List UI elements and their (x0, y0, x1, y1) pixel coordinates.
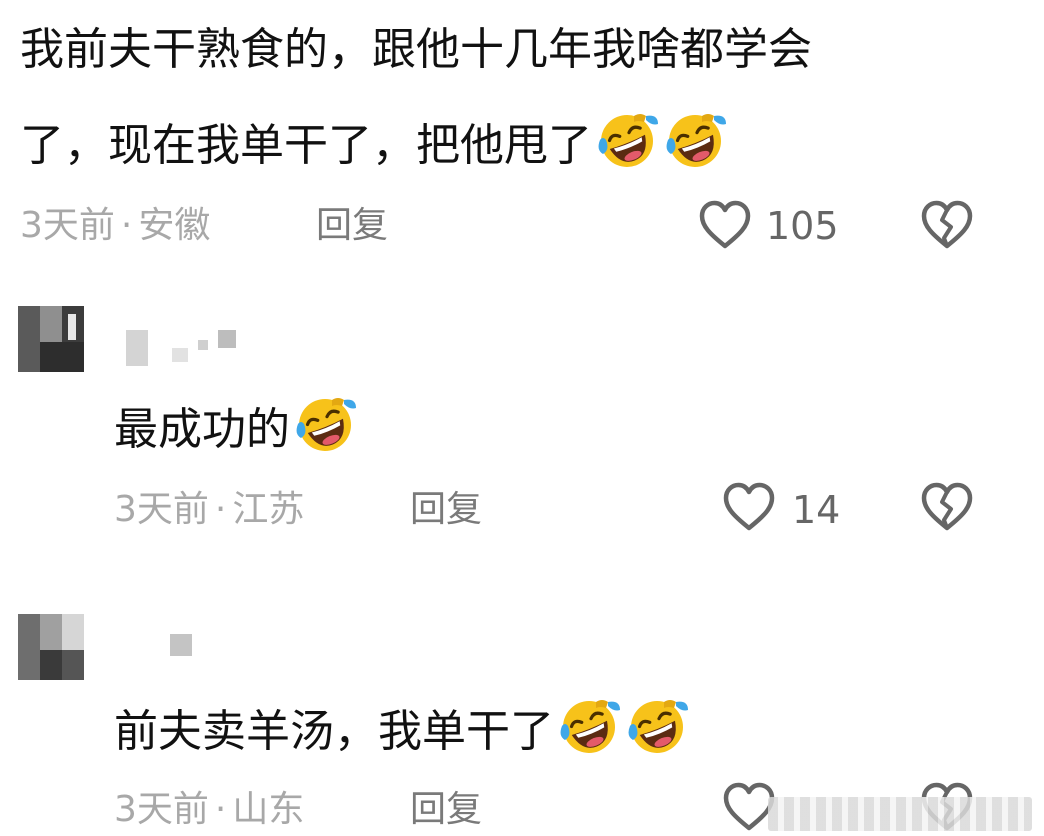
meta-separator: · (214, 489, 227, 530)
comment-text-line-1: 我前夫干熟食的，跟他十几年我啥都学会 (20, 24, 812, 75)
like-count: 105 (766, 204, 839, 248)
avatar[interactable] (18, 306, 84, 372)
heart-outline-icon[interactable] (698, 200, 752, 250)
username-redacted[interactable] (126, 326, 246, 366)
comment-location: 安徽 (138, 205, 211, 246)
comment-meta: 3天前 · 山东 (114, 788, 304, 832)
rofl-emoji-icon (594, 110, 660, 172)
broken-heart-icon[interactable] (920, 200, 974, 250)
comment-time: 3天前 (114, 489, 209, 530)
rofl-emoji-icon (662, 110, 728, 172)
reply-button[interactable]: 回复 (410, 788, 482, 832)
comment-text: 前夫卖羊汤，我单干了 (114, 696, 690, 760)
avatar[interactable] (18, 614, 84, 680)
heart-outline-icon[interactable] (722, 482, 776, 532)
comment-text-line-2-text: 了，现在我单干了，把他甩了 (20, 120, 592, 171)
watermark (768, 797, 1032, 831)
comment-meta: 3天前 · 江苏 (114, 488, 304, 532)
comment-text: 最成功的 (114, 394, 358, 458)
comment-thread: { "comments": [ { "text_line1": "我前夫干熟食的… (0, 0, 1044, 836)
comment-text-body: 最成功的 (114, 404, 290, 455)
comment-time: 3天前 (20, 205, 115, 246)
comment-meta: 3天前 · 安徽 (20, 204, 210, 248)
reply-button[interactable]: 回复 (410, 488, 482, 532)
username-redacted[interactable] (170, 634, 290, 674)
rofl-emoji-icon (292, 394, 358, 456)
comment-location: 江苏 (232, 489, 305, 530)
meta-separator: · (214, 789, 227, 830)
comment-location: 山东 (232, 789, 305, 830)
comment-text-body: 前夫卖羊汤，我单干了 (114, 706, 554, 757)
rofl-emoji-icon (556, 696, 622, 758)
meta-separator: · (120, 205, 133, 246)
broken-heart-icon[interactable] (920, 482, 974, 532)
comment-time: 3天前 (114, 789, 209, 830)
rofl-emoji-icon (624, 696, 690, 758)
comment-text-line-2: 了，现在我单干了，把他甩了 (20, 110, 728, 174)
reply-button[interactable]: 回复 (316, 204, 388, 248)
like-count: 14 (792, 488, 841, 532)
